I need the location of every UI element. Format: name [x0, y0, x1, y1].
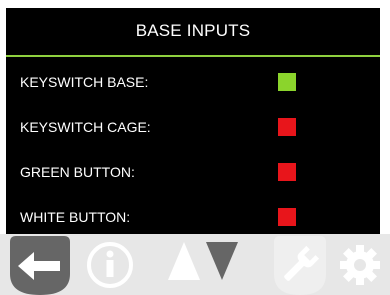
input-label: KEYSWITCH CAGE: — [20, 119, 151, 135]
base-inputs-panel: BASE INPUTS KEYSWITCH BASE: KEYSWITCH CA… — [6, 8, 380, 234]
back-button[interactable] — [4, 234, 74, 295]
input-row-green-button: GREEN BUTTON: — [6, 154, 380, 190]
back-arrow-icon — [10, 236, 70, 295]
settings-wrench-button[interactable] — [268, 234, 332, 295]
scroll-up-button[interactable] — [166, 234, 202, 295]
info-button[interactable] — [80, 234, 140, 295]
header-divider — [6, 55, 380, 57]
input-row-keyswitch-base: KEYSWITCH BASE: — [6, 64, 380, 100]
up-arrow-icon — [168, 242, 200, 280]
gear-button[interactable] — [336, 234, 390, 295]
wrench-icon — [274, 236, 326, 295]
status-indicator — [278, 208, 296, 226]
scroll-down-button[interactable] — [204, 234, 240, 295]
status-indicator — [278, 163, 296, 181]
screen: BASE INPUTS KEYSWITCH BASE: KEYSWITCH CA… — [0, 0, 390, 295]
bottom-toolbar — [0, 234, 390, 295]
status-indicator — [278, 118, 296, 136]
input-row-white-button: WHITE BUTTON: — [6, 199, 380, 235]
input-label: GREEN BUTTON: — [20, 164, 135, 180]
page-title: BASE INPUTS — [135, 21, 251, 40]
input-label: KEYSWITCH BASE: — [20, 74, 149, 90]
down-arrow-icon — [206, 242, 238, 280]
input-row-keyswitch-cage: KEYSWITCH CAGE: — [6, 109, 380, 145]
gear-icon — [340, 245, 380, 285]
input-label: WHITE BUTTON: — [20, 209, 131, 225]
status-indicator — [278, 73, 296, 91]
info-icon — [87, 242, 133, 288]
